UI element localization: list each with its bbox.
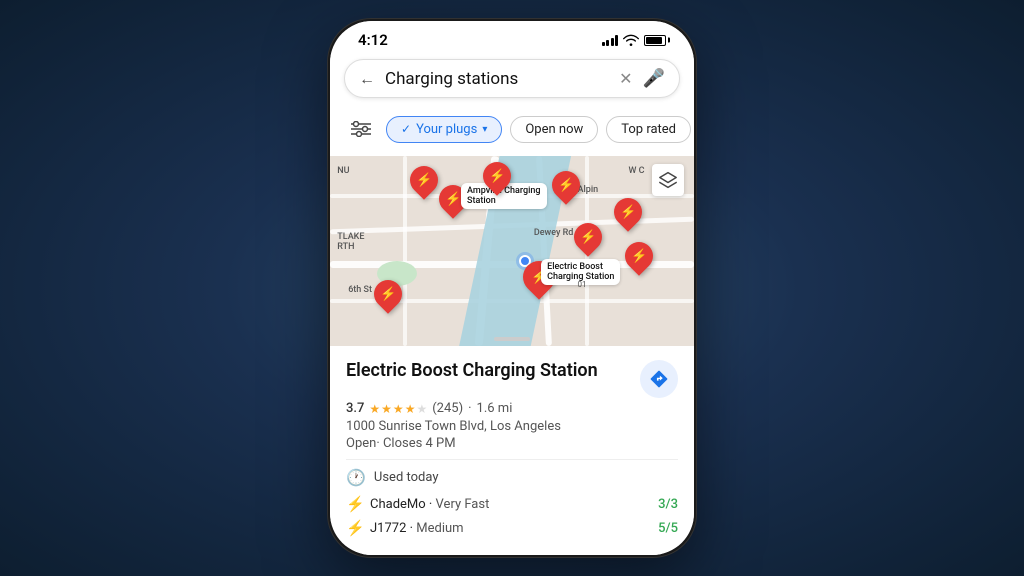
closes-text: · Closes 4 PM <box>376 436 455 451</box>
phone-screen: 4:12 ← <box>330 21 694 555</box>
map-view[interactable]: TLAKERTH 6th St Dewey Rd Alpin W C NU Av… <box>330 156 694 346</box>
status-icons <box>602 34 667 46</box>
your-plugs-filter[interactable]: ✓ Your plugs ▾ <box>386 116 502 143</box>
clear-button[interactable]: ✕ <box>619 69 632 88</box>
rating-number: 3.7 <box>346 401 364 416</box>
status-bar: 4:12 <box>330 21 694 53</box>
used-today-row: 🕐 Used today <box>346 468 678 487</box>
place-name: Electric Boost Charging Station <box>346 360 630 382</box>
search-bar[interactable]: ← Charging stations ✕ 🎤 <box>344 59 680 98</box>
charging-pin-3[interactable] <box>483 162 513 197</box>
charger-availability-0: 3/3 <box>658 497 678 512</box>
filter-adjust-button[interactable] <box>344 112 378 146</box>
battery-icon <box>644 35 666 46</box>
your-plugs-label: Your plugs <box>416 122 477 137</box>
search-text: Charging stations <box>385 69 609 89</box>
place-card: Electric Boost Charging Station 3.7 ★ ★ … <box>330 346 694 555</box>
charger-availability-1: 5/5 <box>658 521 678 536</box>
open-now-label: Open now <box>525 122 583 137</box>
chevron-down-icon: ▾ <box>482 124 487 135</box>
map-layer-button[interactable] <box>652 164 684 196</box>
top-rated-filter[interactable]: Top rated <box>606 116 691 143</box>
charging-pin-4[interactable] <box>552 171 582 206</box>
bolt-icon-1: ⚡ <box>346 519 362 537</box>
wifi-icon <box>623 34 639 46</box>
charging-pin-5[interactable] <box>614 198 644 233</box>
rating-row: 3.7 ★ ★ ★ ★ ★ (245) · 1.6 mi <box>346 401 678 416</box>
charger-row-1: ⚡ J1772 · Medium 5/5 <box>346 519 678 537</box>
status-time: 4:12 <box>358 31 388 49</box>
map-label-tlake: TLAKERTH <box>337 232 364 252</box>
open-status: Open· Closes 4 PM <box>346 436 678 451</box>
star-5: ★ <box>416 402 427 416</box>
filter-bar: ✓ Your plugs ▾ Open now Top rated <box>330 108 694 156</box>
star-1: ★ <box>369 402 380 416</box>
divider <box>346 459 678 460</box>
top-rated-label: Top rated <box>621 122 676 137</box>
place-address: 1000 Sunrise Town Blvd, Los Angeles <box>346 419 678 434</box>
charging-pin-bottom[interactable] <box>374 280 404 315</box>
drag-handle[interactable] <box>494 337 530 341</box>
star-3: ★ <box>393 402 404 416</box>
map-label-dewey: Dewey Rd <box>534 228 574 238</box>
star-2: ★ <box>381 402 392 416</box>
charging-pin-near[interactable] <box>574 223 604 258</box>
charging-pin-6[interactable] <box>625 242 655 277</box>
map-label-6th: 6th St <box>348 285 372 295</box>
charger-name-0: ChadeMo · Very Fast <box>370 497 650 512</box>
distance: 1.6 mi <box>477 401 513 416</box>
star-rating: ★ ★ ★ ★ ★ <box>369 402 427 416</box>
map-label-wc: W C <box>628 166 644 176</box>
search-container: ← Charging stations ✕ 🎤 <box>330 53 694 108</box>
used-today-text: Used today <box>374 470 439 485</box>
map-number: 01 <box>578 280 587 289</box>
mic-button[interactable]: 🎤 <box>643 68 665 89</box>
open-now-filter[interactable]: Open now <box>510 116 598 143</box>
phone-frame: 4:12 ← <box>327 18 697 558</box>
charging-pin-1[interactable] <box>410 166 440 201</box>
charger-row-0: ⚡ ChadeMo · Very Fast 3/3 <box>346 495 678 513</box>
charger-name-1: J1772 · Medium <box>370 521 650 536</box>
bolt-icon-0: ⚡ <box>346 495 362 513</box>
signal-icon <box>602 34 619 46</box>
place-header: Electric Boost Charging Station <box>346 360 678 398</box>
clock-icon: 🕐 <box>346 468 366 487</box>
directions-icon <box>649 369 669 389</box>
review-count: (245) <box>432 401 463 416</box>
check-icon: ✓ <box>401 122 411 136</box>
star-4: ★ <box>405 402 416 416</box>
back-button[interactable]: ← <box>359 69 375 89</box>
map-label-nu: NU <box>337 166 349 176</box>
directions-button[interactable] <box>640 360 678 398</box>
